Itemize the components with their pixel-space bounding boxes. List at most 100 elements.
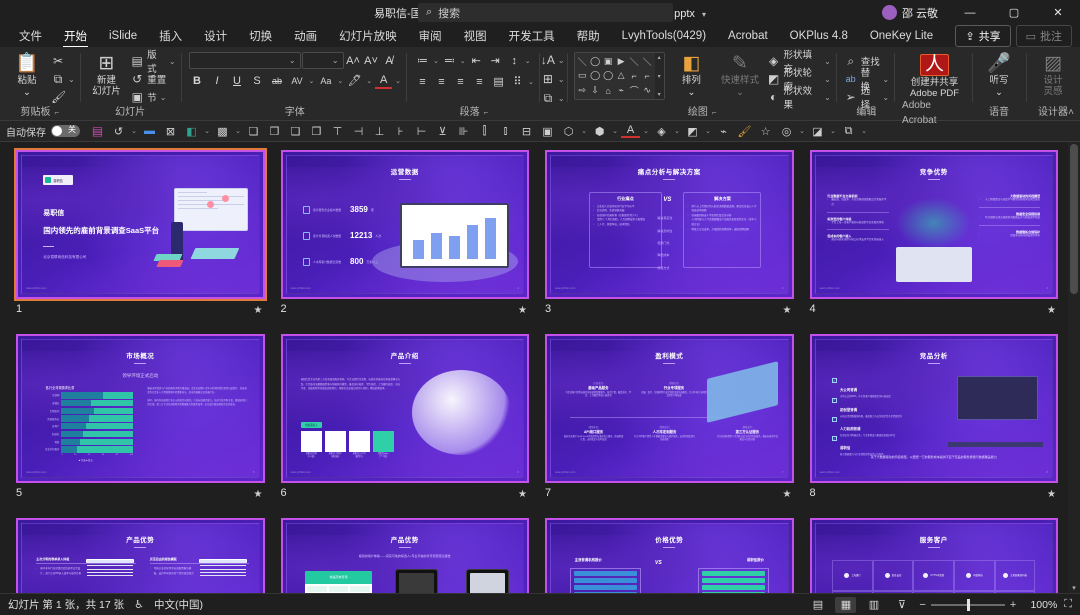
font-family-combo[interactable]: ⌄ [188,52,301,69]
tab-lvyhtools[interactable]: LvyhTools(0429) [611,28,717,45]
qat-item[interactable]: ◈ [652,123,671,140]
scroll-down-arrow-icon[interactable]: ▾ [1068,584,1080,592]
quick-styles-button[interactable]: ✎ 快速样式 ⌄ [718,52,762,99]
shape-effects-button[interactable]: ◐ 形状效果 ⌄ [767,86,831,111]
reset-button[interactable]: ↺ 重置 [130,71,175,87]
font-color-icon[interactable]: A [621,124,640,138]
tab-design[interactable]: 设计 [193,26,238,47]
qat-item[interactable]: ⊤ [328,123,347,140]
tab-transitions[interactable]: 切换 [238,26,283,47]
crop-icon[interactable]: ⧉ [839,123,858,140]
align-left-icon[interactable]: ≡ [414,73,431,90]
chevron-down-icon[interactable]: ⌄ [824,93,831,102]
section-button[interactable]: ▣ 节 ⌄ [130,89,175,105]
slide-thumbnail-7[interactable]: 盈利模式 （主营业务） 基础产品服务 为企业客户提供标准化背景调查套餐服务，按次… [545,334,794,484]
chevron-down-icon[interactable]: ⌄ [433,57,439,65]
tab-okplus[interactable]: OKPlus 4.8 [779,28,859,45]
shapes-gallery-scrollbar[interactable]: ▴ ▾ ▾ [654,53,664,99]
qat-item[interactable]: ▣ [538,123,557,140]
view-reading-button[interactable]: ▥ [863,597,884,613]
star-icon[interactable]: ☆ [756,123,775,140]
select-button[interactable]: ➢ 选择 ⌄ [844,86,889,111]
close-button[interactable]: ✕ [1036,0,1080,25]
chevron-down-icon[interactable]: ⌄ [798,123,806,140]
shape-oval-icon[interactable]: ◯ [589,54,602,69]
slide-cell-8[interactable]: 竞品分析 ✓ 大公司背调 市场占比约80%，中大型客户规模稳定但价格高昂 ✓ 初… [809,334,1058,501]
chevron-down-icon[interactable]: ⌄ [366,77,372,85]
chevron-down-icon[interactable]: ⌄ [704,123,712,140]
qat-item[interactable]: ◪ [808,123,827,140]
scrollbar-thumb[interactable] [1070,144,1078,294]
chevron-down-icon[interactable]: ⌄ [824,75,831,84]
fit-to-window-icon[interactable]: ⛶ [1064,598,1072,611]
chevron-down-icon[interactable]: ⌄ [829,123,837,140]
chevron-down-icon[interactable]: ⌄ [337,77,343,85]
qat-item[interactable]: ⫾ [496,123,515,140]
qat-item[interactable]: ⊦ [391,123,410,140]
strikethrough-button[interactable]: ab [269,72,286,89]
zoom-slider[interactable]: − + [919,598,1016,611]
minimize-button[interactable]: — [948,0,992,25]
slide-sorter-view[interactable]: 易职信 易职信 国内领先的雇前背景调查SaaS平台 北京易联商信科技有限公司 w… [0,142,1080,593]
shape-wave-icon[interactable]: ∿ [641,83,654,98]
align-right-icon[interactable]: ≡ [452,73,469,90]
chevron-down-icon[interactable]: ⌄ [824,57,831,66]
chevron-down-icon[interactable]: ⌄ [558,94,565,103]
dictate-button[interactable]: 🎤 听写 ⌄ [977,52,1021,99]
chevron-down-icon[interactable]: ⌄ [160,93,167,102]
star-icon[interactable]: ★ [254,489,263,500]
shapes-gallery[interactable]: ＼ ◯ ▣ ▶ ＼ ＼ ▭ ◯ ◯ △ ⌐ ⌐ ⇨ ⇩ ⌂ ⌁ ⌒ ∿ ▴ ▾ … [573,52,665,100]
shape-video-icon[interactable]: ▶ [615,54,628,69]
qat-item[interactable]: ❑ [286,123,305,140]
align-text-button[interactable]: ⊞ ⌄ [541,71,565,87]
slide-cell-10[interactable]: 产品优势 极简的用户体验——真实可信的候选人+专业可信的背景调查结论报告 快速高… [280,518,529,593]
dialog-launcher-icon[interactable]: ⌐ [712,105,717,120]
font-size-combo[interactable]: ⌄ [301,52,344,69]
zoom-out-button[interactable]: − [919,599,925,611]
scroll-down-icon[interactable]: ▾ [658,73,661,80]
save-icon[interactable]: ▤ [88,123,107,140]
slide-thumbnail-1[interactable]: 易职信 易职信 国内领先的雇前背景调查SaaS平台 北京易联商信科技有限公司 w… [16,150,265,300]
font-color-icon[interactable]: A [375,72,393,89]
chevron-down-icon[interactable]: ⌄ [528,78,534,86]
comment-button[interactable]: ▭ 批注 [1015,25,1072,47]
slide-cell-7[interactable]: 盈利模式 （主营业务） 基础产品服务 为企业客户提供标准化背景调查套餐服务，按次… [545,334,794,501]
copy-button[interactable]: ⧉ ⌄ [51,71,75,87]
chevron-down-icon[interactable]: ⌄ [882,75,889,84]
slide-thumbnail-6[interactable]: 产品介绍 易职信是专业的第三方背景调查服务机构，为企业提供全流程、标准化的雇前背… [280,334,529,484]
chevron-down-icon[interactable]: ⌄ [611,123,619,140]
collapse-ribbon-button[interactable]: ˄ [1068,107,1074,118]
accessibility-icon[interactable]: ♿ [134,598,144,611]
dialog-launcher-icon[interactable]: ⌐ [55,105,60,120]
bold-button[interactable]: B [189,72,206,89]
slide-cell-1[interactable]: 易职信 易职信 国内领先的雇前背景调查SaaS平台 北京易联商信科技有限公司 w… [16,150,265,317]
shape-pentagon-icon[interactable]: ⌂ [602,83,615,98]
shapes-gallery-cells[interactable]: ＼ ◯ ▣ ▶ ＼ ＼ ▭ ◯ ◯ △ ⌐ ⌐ ⇨ ⇩ ⌂ ⌁ ⌒ ∿ [575,53,655,99]
layout-button[interactable]: ▤ 版式 ⌄ [130,50,175,75]
qat-item[interactable]: ⊥ [370,123,389,140]
qat-item[interactable]: ▩ [213,123,232,140]
cut-button[interactable]: ✂ [51,53,75,69]
tab-onekey-lite[interactable]: OneKey Lite [859,28,944,45]
text-shadow-button[interactable]: S [249,72,266,89]
character-spacing-button[interactable]: AV [289,72,306,89]
slide-cell-5[interactable]: 市场概况 领导环境正式启动 各行业背调需求比重 互联网 金融业 生物医药 咨询服… [16,334,265,501]
undo-icon[interactable]: ↺ [109,123,128,140]
star-icon[interactable]: ★ [1047,305,1056,316]
line-spacing-icon[interactable]: ↕ [506,52,523,69]
chevron-down-icon[interactable]: ⌄ [995,87,1003,98]
convert-smartart-button[interactable]: ⧉ ⌄ [541,90,565,106]
shape-roundrect-icon[interactable]: ◯ [602,69,615,84]
qat-item[interactable]: ⬢ [590,123,609,140]
slide-thumbnail-12[interactable]: 服务客户 上海银行 医库云库 CYTS中青旅 众联科技 立思辰教育科技 平安保险… [809,518,1058,593]
qat-item[interactable]: ◩ [683,123,702,140]
chevron-down-icon[interactable]: ⌄ [234,123,242,140]
autosave-toggle[interactable]: 关 [51,125,80,137]
qat-item[interactable]: ❐ [265,123,284,140]
view-slide-sorter-button[interactable]: ▦ [835,596,857,613]
qat-item[interactable]: ⫿ [475,123,494,140]
dialog-launcher-icon[interactable]: ⌐ [484,105,489,120]
shape-line-icon[interactable]: ＼ [576,54,589,69]
chevron-down-icon[interactable]: ⌄ [525,57,531,65]
slide-thumbnail-5[interactable]: 市场概况 领导环境正式启动 各行业背调需求比重 互联网 金融业 生物医药 咨询服… [16,334,265,484]
